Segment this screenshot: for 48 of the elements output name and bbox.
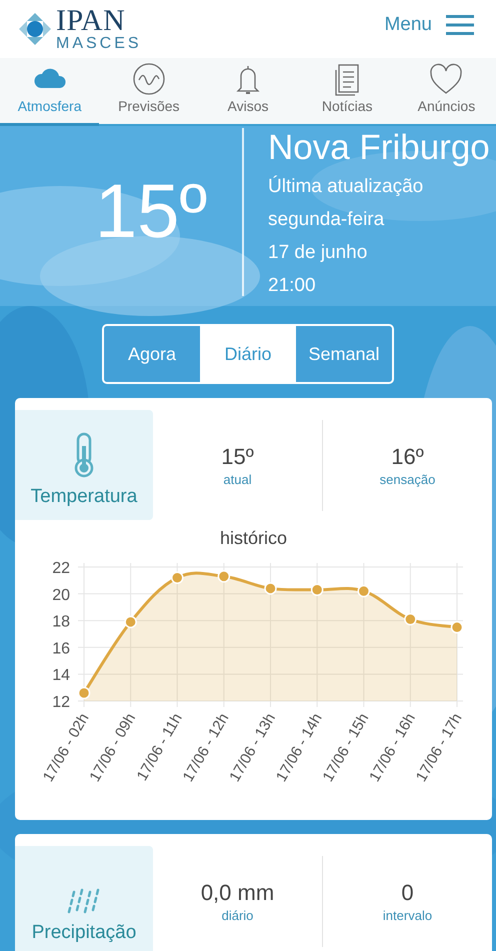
wave-circle-icon [130,62,167,96]
data-point [310,584,324,596]
data-point [218,570,230,583]
logo-subtitle: MASCES [56,34,142,52]
y-axis-label: 12 [52,694,70,711]
stat-value: 16º [391,444,424,470]
update-label: Última atualização [268,174,424,199]
stat-value: 0 [401,880,414,906]
y-axis-label: 16 [52,640,70,658]
time-text: 21:00 [268,274,317,298]
current-temperature: 15º [94,172,208,252]
nav-tab[interactable]: Notícias [298,58,397,126]
nav-tab[interactable]: Previsões [99,58,198,126]
data-point [124,616,137,628]
category-title: Precipitação [32,922,136,944]
menu-icon [446,14,474,36]
data-point [450,621,464,634]
y-axis-label: 20 [52,586,70,604]
data-point [404,613,417,626]
nav-tab[interactable]: Anúncios [396,58,496,126]
y-axis-label: 14 [52,667,70,684]
stat-value: 0,0 mm [200,880,274,906]
stat-label: sensação [380,472,436,486]
rain-icon [66,886,102,914]
heart-icon [428,62,464,96]
menu-button[interactable]: Menu [384,14,474,36]
nav-tab[interactable]: Avisos [198,58,298,126]
stat-label: diário [222,908,254,922]
weekday-text: segunda-feira [268,208,386,232]
logo-title: IPAN [56,6,126,34]
y-axis-label: 22 [52,560,70,577]
data-point [264,582,277,595]
period-tab[interactable]: Semanal [296,326,392,382]
stat-value: 15º [221,444,254,470]
stat-label: intervalo [382,908,432,922]
date-text: 17 de junho [268,241,368,265]
y-axis-label: 18 [52,614,70,631]
period-tab[interactable]: Agora [104,326,200,382]
compass-logo-icon [18,12,52,46]
data-point [78,686,90,700]
chart-title: histórico [218,528,288,549]
nav-tab[interactable]: Atmosfera [0,58,100,126]
data-point [171,571,184,584]
period-tab[interactable]: Diário [200,326,296,382]
data-point [358,584,370,598]
city-name: Nova Friburgo [268,128,490,168]
category-title: Temperatura [30,486,138,508]
stat-label: atual [223,472,252,486]
